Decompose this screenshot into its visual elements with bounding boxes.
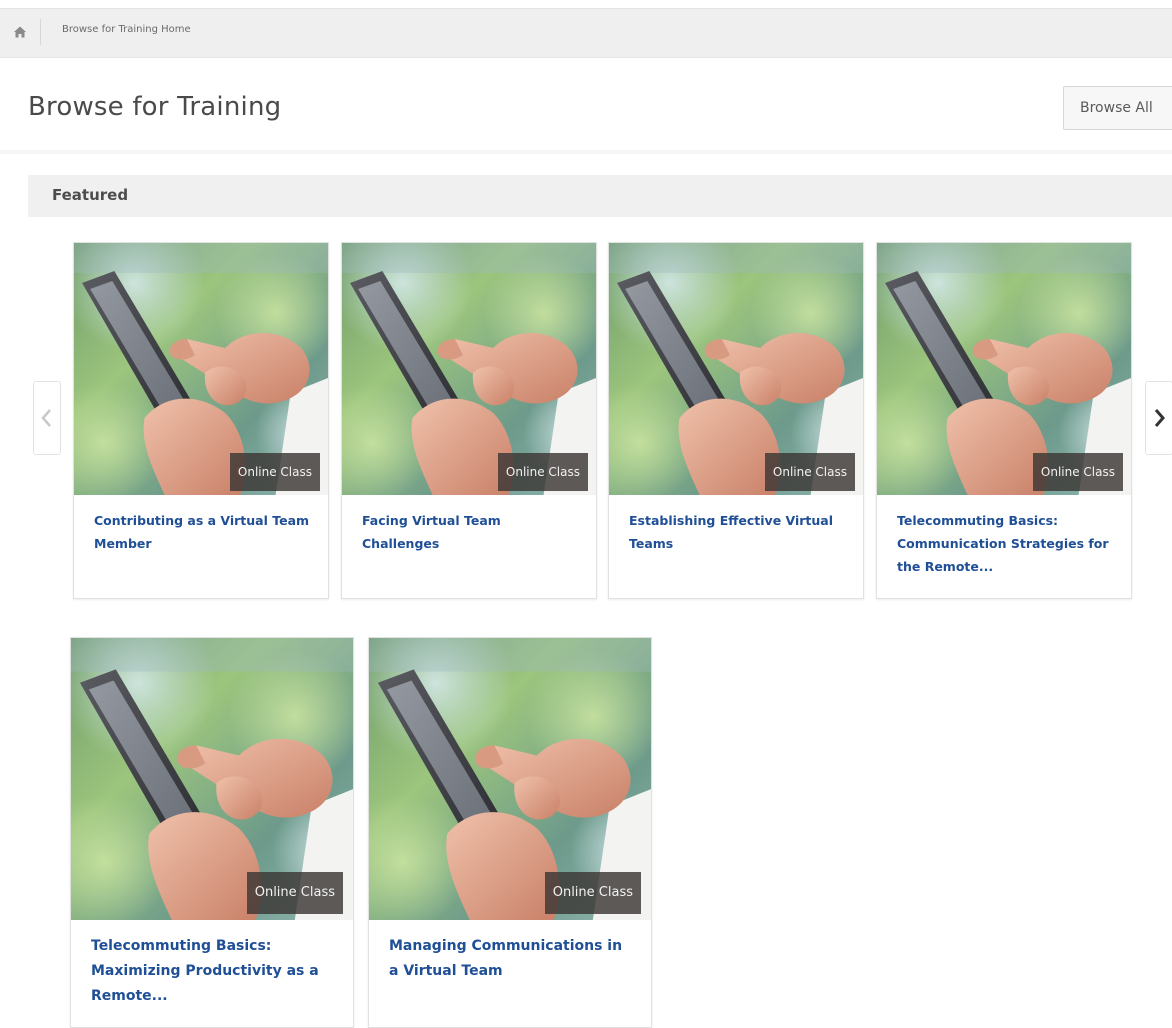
course-card[interactable]: Online Class Contributing as a Virtual T… bbox=[73, 242, 329, 599]
course-title-link[interactable]: Contributing as a Virtual Team Member bbox=[94, 509, 312, 555]
browse-all-button[interactable]: Browse All bbox=[1063, 86, 1172, 130]
home-icon[interactable] bbox=[12, 24, 28, 40]
chevron-left-icon bbox=[41, 409, 51, 427]
course-title-link[interactable]: Telecommuting Basics: Maximizing Product… bbox=[91, 934, 337, 1009]
course-card[interactable]: Online Class Facing Virtual Team Challen… bbox=[341, 242, 597, 599]
course-title-link[interactable]: Facing Virtual Team Challenges bbox=[362, 509, 580, 555]
featured-heading: Featured bbox=[52, 186, 129, 204]
breadcrumb: Browse for Training Home bbox=[0, 8, 1172, 58]
title-divider bbox=[0, 150, 1172, 154]
course-type-badge: Online Class bbox=[229, 453, 320, 491]
course-type-badge: Online Class bbox=[764, 453, 855, 491]
carousel-next-button[interactable] bbox=[1145, 381, 1172, 455]
course-type-badge: Online Class bbox=[497, 453, 588, 491]
course-card[interactable]: Online Class Managing Communications in … bbox=[368, 637, 652, 1028]
course-card[interactable]: Online Class Telecommuting Basics: Commu… bbox=[876, 242, 1132, 599]
course-card[interactable]: Online Class Establishing Effective Virt… bbox=[608, 242, 864, 599]
carousel-prev-button[interactable] bbox=[33, 381, 61, 455]
course-title-link[interactable]: Managing Communications in a Virtual Tea… bbox=[389, 934, 635, 984]
page: Browse for Training Home Browse for Trai… bbox=[0, 0, 1172, 1028]
breadcrumb-divider bbox=[40, 19, 41, 45]
course-type-badge: Online Class bbox=[544, 872, 641, 914]
course-card[interactable]: Online Class Telecommuting Basics: Maxim… bbox=[70, 637, 354, 1028]
page-title: Browse for Training bbox=[28, 92, 282, 122]
featured-section-header: Featured bbox=[28, 175, 1172, 217]
breadcrumb-current[interactable]: Browse for Training Home bbox=[62, 24, 191, 35]
chevron-right-icon bbox=[1154, 409, 1165, 427]
course-type-badge: Online Class bbox=[1032, 453, 1123, 491]
course-title-link[interactable]: Establishing Effective Virtual Teams bbox=[629, 509, 847, 555]
course-title-link[interactable]: Telecommuting Basics: Communication Stra… bbox=[897, 509, 1115, 578]
course-type-badge: Online Class bbox=[246, 872, 343, 914]
